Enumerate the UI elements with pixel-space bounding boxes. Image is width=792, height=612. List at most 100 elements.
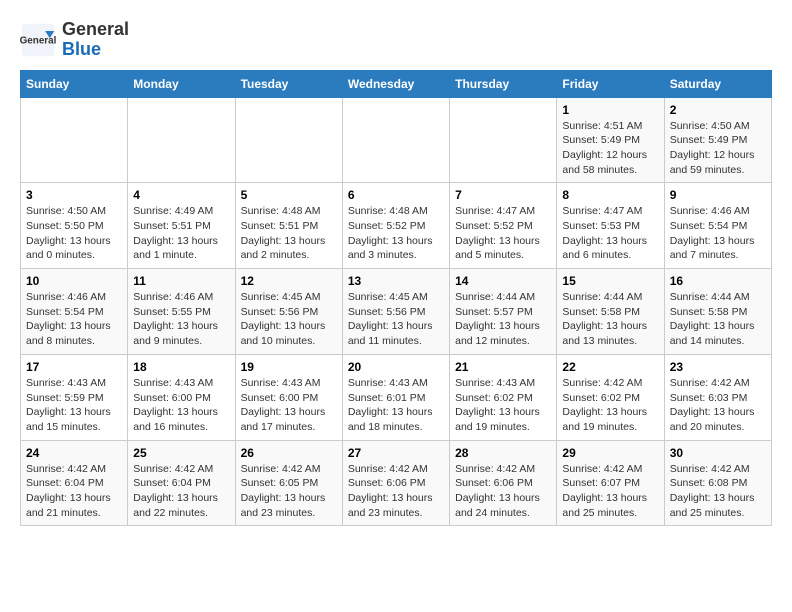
day-number: 13 — [348, 274, 444, 288]
day-detail: Sunrise: 4:51 AMSunset: 5:49 PMDaylight:… — [562, 119, 658, 178]
day-number: 16 — [670, 274, 766, 288]
day-number: 18 — [133, 360, 229, 374]
day-number: 17 — [26, 360, 122, 374]
day-detail: Sunrise: 4:42 AMSunset: 6:02 PMDaylight:… — [562, 376, 658, 435]
day-detail: Sunrise: 4:43 AMSunset: 6:00 PMDaylight:… — [241, 376, 337, 435]
calendar-cell: 14 Sunrise: 4:44 AMSunset: 5:57 PMDayligh… — [450, 269, 557, 355]
day-number: 21 — [455, 360, 551, 374]
calendar-cell: 24 Sunrise: 4:42 AMSunset: 6:04 PMDayligh… — [21, 440, 128, 526]
day-detail: Sunrise: 4:46 AMSunset: 5:55 PMDaylight:… — [133, 290, 229, 349]
header-tuesday: Tuesday — [235, 70, 342, 97]
calendar-cell: 20 Sunrise: 4:43 AMSunset: 6:01 PMDayligh… — [342, 354, 449, 440]
calendar-cell: 19Sunrise: 4:43 AMSunset: 6:00 PMDayligh… — [235, 354, 342, 440]
day-detail: Sunrise: 4:44 AMSunset: 5:58 PMDaylight:… — [670, 290, 766, 349]
day-detail: Sunrise: 4:45 AMSunset: 5:56 PMDaylight:… — [241, 290, 337, 349]
calendar-cell: 17 Sunrise: 4:43 AMSunset: 5:59 PMDayligh… — [21, 354, 128, 440]
day-number: 24 — [26, 446, 122, 460]
day-detail: Sunrise: 4:50 AMSunset: 5:49 PMDaylight:… — [670, 119, 766, 178]
day-detail: Sunrise: 4:44 AMSunset: 5:58 PMDaylight:… — [562, 290, 658, 349]
calendar-cell — [450, 97, 557, 183]
calendar-cell: 2 Sunrise: 4:50 AMSunset: 5:49 PMDaylight… — [664, 97, 771, 183]
day-number: 23 — [670, 360, 766, 374]
day-number: 6 — [348, 188, 444, 202]
day-detail: Sunrise: 4:43 AMSunset: 6:02 PMDaylight:… — [455, 376, 551, 435]
calendar-cell: 3 Sunrise: 4:50 AMSunset: 5:50 PMDaylight… — [21, 183, 128, 269]
day-detail: Sunrise: 4:42 AMSunset: 6:07 PMDaylight:… — [562, 462, 658, 521]
day-number: 2 — [670, 103, 766, 117]
header-sunday: Sunday — [21, 70, 128, 97]
calendar-week-3: 10Sunrise: 4:46 AMSunset: 5:54 PMDayligh… — [21, 269, 772, 355]
day-number: 9 — [670, 188, 766, 202]
day-number: 8 — [562, 188, 658, 202]
calendar-cell: 5Sunrise: 4:48 AMSunset: 5:51 PMDaylight… — [235, 183, 342, 269]
calendar-cell: 18Sunrise: 4:43 AMSunset: 6:00 PMDayligh… — [128, 354, 235, 440]
day-detail: Sunrise: 4:42 AMSunset: 6:08 PMDaylight:… — [670, 462, 766, 521]
day-detail: Sunrise: 4:42 AMSunset: 6:06 PMDaylight:… — [348, 462, 444, 521]
svg-text:General: General — [20, 35, 56, 46]
day-number: 7 — [455, 188, 551, 202]
header-monday: Monday — [128, 70, 235, 97]
calendar-cell: 1 Sunrise: 4:51 AMSunset: 5:49 PMDaylight… — [557, 97, 664, 183]
day-detail: Sunrise: 4:47 AMSunset: 5:52 PMDaylight:… — [455, 204, 551, 263]
calendar-cell: 4 Sunrise: 4:49 AMSunset: 5:51 PMDaylight… — [128, 183, 235, 269]
day-detail: Sunrise: 4:44 AMSunset: 5:57 PMDaylight:… — [455, 290, 551, 349]
header-wednesday: Wednesday — [342, 70, 449, 97]
calendar-cell: 29 Sunrise: 4:42 AMSunset: 6:07 PMDayligh… — [557, 440, 664, 526]
day-detail: Sunrise: 4:42 AMSunset: 6:05 PMDaylight:… — [241, 462, 337, 521]
day-number: 20 — [348, 360, 444, 374]
header-thursday: Thursday — [450, 70, 557, 97]
day-number: 30 — [670, 446, 766, 460]
day-number: 29 — [562, 446, 658, 460]
header-friday: Friday — [557, 70, 664, 97]
day-detail: Sunrise: 4:43 AMSunset: 5:59 PMDaylight:… — [26, 376, 122, 435]
day-detail: Sunrise: 4:50 AMSunset: 5:50 PMDaylight:… — [26, 204, 122, 263]
day-detail: Sunrise: 4:45 AMSunset: 5:56 PMDaylight:… — [348, 290, 444, 349]
calendar-cell — [21, 97, 128, 183]
header-saturday: Saturday — [664, 70, 771, 97]
day-number: 15 — [562, 274, 658, 288]
calendar-week-2: 3 Sunrise: 4:50 AMSunset: 5:50 PMDaylight… — [21, 183, 772, 269]
calendar-cell: 10Sunrise: 4:46 AMSunset: 5:54 PMDayligh… — [21, 269, 128, 355]
calendar-cell: 13 Sunrise: 4:45 AMSunset: 5:56 PMDayligh… — [342, 269, 449, 355]
day-detail: Sunrise: 4:43 AMSunset: 6:01 PMDaylight:… — [348, 376, 444, 435]
day-detail: Sunrise: 4:49 AMSunset: 5:51 PMDaylight:… — [133, 204, 229, 263]
calendar-cell: 26 Sunrise: 4:42 AMSunset: 6:05 PMDayligh… — [235, 440, 342, 526]
day-number: 1 — [562, 103, 658, 117]
calendar-cell: 28 Sunrise: 4:42 AMSunset: 6:06 PMDayligh… — [450, 440, 557, 526]
day-detail: Sunrise: 4:42 AMSunset: 6:04 PMDaylight:… — [26, 462, 122, 521]
day-detail: Sunrise: 4:46 AMSunset: 5:54 PMDaylight:… — [670, 204, 766, 263]
calendar-cell: 11 Sunrise: 4:46 AMSunset: 5:55 PMDayligh… — [128, 269, 235, 355]
calendar-cell: 23 Sunrise: 4:42 AMSunset: 6:03 PMDayligh… — [664, 354, 771, 440]
calendar-cell: 7 Sunrise: 4:47 AMSunset: 5:52 PMDaylight… — [450, 183, 557, 269]
day-detail: Sunrise: 4:48 AMSunset: 5:51 PMDaylight:… — [241, 204, 337, 263]
day-number: 3 — [26, 188, 122, 202]
calendar-cell: 16 Sunrise: 4:44 AMSunset: 5:58 PMDayligh… — [664, 269, 771, 355]
day-detail: Sunrise: 4:42 AMSunset: 6:03 PMDaylight:… — [670, 376, 766, 435]
calendar-cell: 25 Sunrise: 4:42 AMSunset: 6:04 PMDayligh… — [128, 440, 235, 526]
day-number: 14 — [455, 274, 551, 288]
day-number: 27 — [348, 446, 444, 460]
day-number: 25 — [133, 446, 229, 460]
calendar-cell — [128, 97, 235, 183]
calendar-week-4: 17 Sunrise: 4:43 AMSunset: 5:59 PMDayligh… — [21, 354, 772, 440]
logo-icon: General — [20, 22, 56, 58]
day-number: 26 — [241, 446, 337, 460]
weekday-header-row: Sunday Monday Tuesday Wednesday Thursday… — [21, 70, 772, 97]
calendar-week-1: 1 Sunrise: 4:51 AMSunset: 5:49 PMDaylight… — [21, 97, 772, 183]
day-detail: Sunrise: 4:48 AMSunset: 5:52 PMDaylight:… — [348, 204, 444, 263]
day-number: 4 — [133, 188, 229, 202]
day-detail: Sunrise: 4:42 AMSunset: 6:04 PMDaylight:… — [133, 462, 229, 521]
calendar-cell: 22Sunrise: 4:42 AMSunset: 6:02 PMDayligh… — [557, 354, 664, 440]
calendar-cell: 27 Sunrise: 4:42 AMSunset: 6:06 PMDayligh… — [342, 440, 449, 526]
logo-text: General Blue — [62, 20, 129, 60]
calendar-cell: 6 Sunrise: 4:48 AMSunset: 5:52 PMDaylight… — [342, 183, 449, 269]
day-number: 11 — [133, 274, 229, 288]
calendar-cell: 8 Sunrise: 4:47 AMSunset: 5:53 PMDaylight… — [557, 183, 664, 269]
calendar-cell — [342, 97, 449, 183]
calendar-cell: 9 Sunrise: 4:46 AMSunset: 5:54 PMDaylight… — [664, 183, 771, 269]
calendar-table: Sunday Monday Tuesday Wednesday Thursday… — [20, 70, 772, 527]
day-detail: Sunrise: 4:47 AMSunset: 5:53 PMDaylight:… — [562, 204, 658, 263]
calendar-cell — [235, 97, 342, 183]
day-detail: Sunrise: 4:42 AMSunset: 6:06 PMDaylight:… — [455, 462, 551, 521]
day-number: 28 — [455, 446, 551, 460]
